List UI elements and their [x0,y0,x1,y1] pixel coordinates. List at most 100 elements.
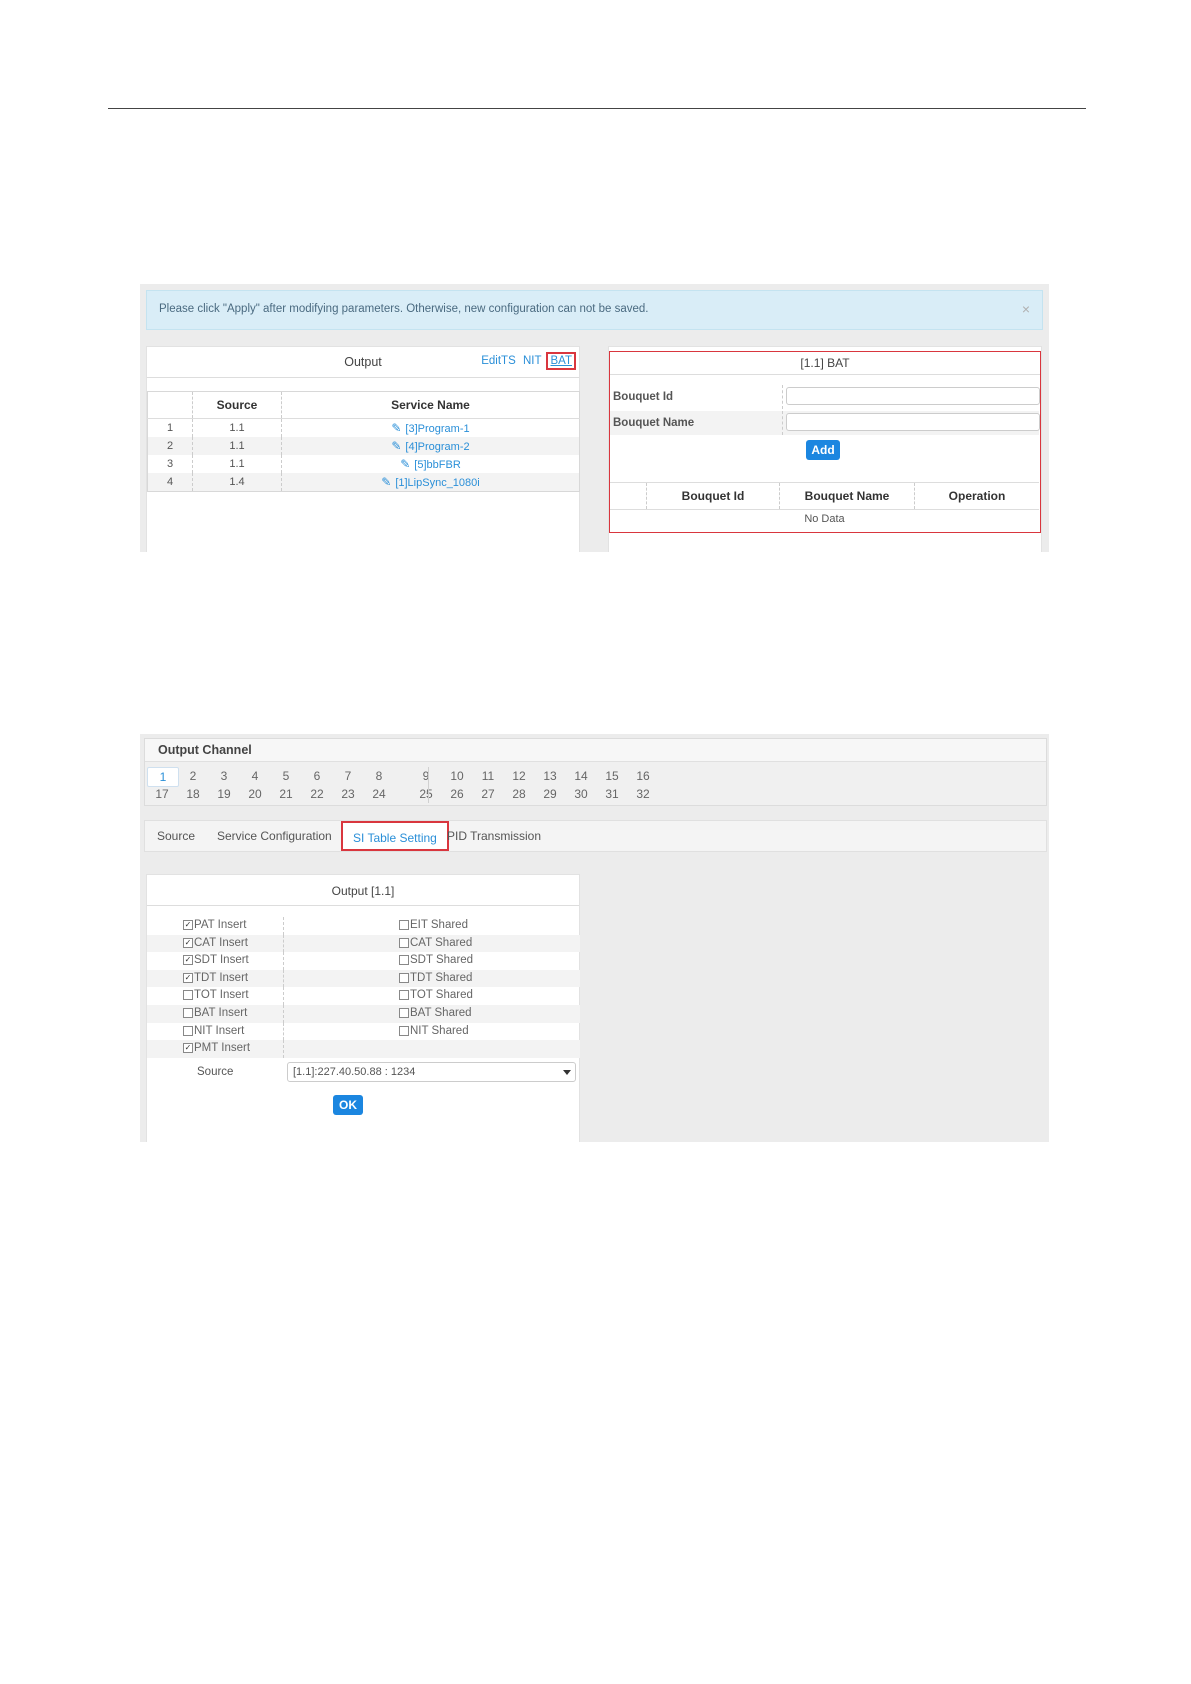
channel-30[interactable]: 30 [566,785,596,803]
checkbox[interactable]: ✓ [183,955,193,966]
channel-19[interactable]: 19 [209,785,239,803]
channel-9[interactable]: 9 [411,767,441,785]
shared-option[interactable]: TDT Shared [399,972,472,984]
tab-source[interactable]: Source [157,829,195,843]
shared-option[interactable]: CAT Shared [399,937,472,949]
row-service[interactable]: ✎ [3]Program-1 [281,418,580,437]
close-icon[interactable]: × [1022,301,1030,317]
checkbox[interactable] [399,990,409,1001]
edit-ts-link[interactable]: EditTS [481,355,516,367]
channel-15[interactable]: 15 [597,767,627,785]
divider [283,987,284,1005]
insert-option[interactable]: ✓ CAT Insert [183,937,248,949]
insert-option[interactable]: ✓ PMT Insert [183,1042,250,1054]
channel-1[interactable]: 1 [147,767,179,787]
channel-7[interactable]: 7 [333,767,363,785]
table-row: 2 1.1 ✎ [4]Program-2 [147,437,580,455]
source-row: Source [1.1]:227.40.50.88 : 1234 [147,1060,580,1084]
bouquet-name-input[interactable] [786,413,1040,431]
checkbox[interactable] [399,955,409,966]
channel-23[interactable]: 23 [333,785,363,803]
channel-29[interactable]: 29 [535,785,565,803]
channel-2[interactable]: 2 [178,767,208,785]
channel-27[interactable]: 27 [473,785,503,803]
insert-option[interactable]: ✓ PAT Insert [183,919,246,931]
insert-option[interactable]: TOT Insert [183,989,249,1001]
channel-13[interactable]: 13 [535,767,565,785]
channel-25[interactable]: 25 [411,785,441,803]
insert-option[interactable]: BAT Insert [183,1007,247,1019]
channel-6[interactable]: 6 [302,767,332,785]
checkbox[interactable]: ✓ [183,919,193,930]
channel-10[interactable]: 10 [442,767,472,785]
channel-14[interactable]: 14 [566,767,596,785]
channel-26[interactable]: 26 [442,785,472,803]
shared-option[interactable]: NIT Shared [399,1025,469,1037]
shared-option[interactable]: EIT Shared [399,919,468,931]
col-bouquet-id: Bouquet Id [646,482,780,510]
pencil-icon[interactable]: ✎ [391,439,401,453]
shared-option[interactable]: BAT Shared [399,1007,472,1019]
channel-24[interactable]: 24 [364,785,394,803]
col-blank [610,482,647,510]
channel-3[interactable]: 3 [209,767,239,785]
row-service[interactable]: ✎ [1]LipSync_1080i [281,473,580,492]
channel-16[interactable]: 16 [628,767,658,785]
channel-28[interactable]: 28 [504,785,534,803]
divider [147,905,579,906]
bouquet-id-label: Bouquet Id [613,391,674,403]
channel-11[interactable]: 11 [473,767,503,785]
bouquet-id-input[interactable] [786,387,1040,405]
insert-option[interactable]: ✓ TDT Insert [183,972,248,984]
pencil-icon[interactable]: ✎ [400,457,410,471]
checkbox[interactable] [183,1007,193,1018]
checkbox[interactable] [399,1007,409,1018]
channel-4[interactable]: 4 [240,767,270,785]
channel-32[interactable]: 32 [628,785,658,803]
tab-bar: Source Service Configuration SI Table Se… [144,820,1047,852]
channel-12[interactable]: 12 [504,767,534,785]
shared-option[interactable]: SDT Shared [399,954,473,966]
checkbox[interactable]: ✓ [183,1043,193,1054]
divider [283,969,284,988]
checkbox[interactable] [183,1025,193,1036]
tab-pid-transmission[interactable]: PID Transmission [447,829,541,843]
checkbox[interactable] [183,990,193,1001]
shared-option[interactable]: TOT Shared [399,989,473,1001]
insert-option[interactable]: ✓ SDT Insert [183,954,249,966]
service-link[interactable]: [5]bbFBR [414,459,460,471]
divider [782,411,783,435]
channel-18[interactable]: 18 [178,785,208,803]
bat-link[interactable]: BAT [546,352,576,370]
insert-option[interactable]: NIT Insert [183,1025,244,1037]
add-button[interactable]: Add [806,440,840,460]
insert-label: PAT Insert [194,919,247,931]
channel-21[interactable]: 21 [271,785,301,803]
checkbox[interactable]: ✓ [183,937,193,948]
checkbox[interactable] [399,919,409,930]
checkbox[interactable] [399,972,409,983]
row-service[interactable]: ✎ [4]Program-2 [281,437,580,455]
service-link[interactable]: [4]Program-2 [405,441,469,453]
channel-20[interactable]: 20 [240,785,270,803]
tab-si-table-setting[interactable]: SI Table Setting [341,821,449,851]
bat-panel: [1.1] BAT Bouquet Id Bouquet Name Add Bo… [608,346,1042,552]
checkbox[interactable] [399,937,409,948]
nit-link[interactable]: NIT [523,355,541,367]
channel-17[interactable]: 17 [147,785,177,803]
channel-31[interactable]: 31 [597,785,627,803]
channel-8[interactable]: 8 [364,767,394,785]
ok-button[interactable]: OK [333,1095,363,1115]
pencil-icon[interactable]: ✎ [381,475,391,489]
pencil-icon[interactable]: ✎ [391,421,401,435]
service-link[interactable]: [1]LipSync_1080i [395,477,479,489]
source-select[interactable]: [1.1]:227.40.50.88 : 1234 [287,1062,576,1082]
service-link[interactable]: [3]Program-1 [405,423,469,435]
checkbox[interactable] [399,1025,409,1036]
row-service[interactable]: ✎ [5]bbFBR [281,455,580,473]
checkbox[interactable]: ✓ [183,972,193,983]
output-channel-header: Output Channel [145,739,1046,762]
tab-service-configuration[interactable]: Service Configuration [217,829,332,843]
channel-5[interactable]: 5 [271,767,301,785]
channel-22[interactable]: 22 [302,785,332,803]
